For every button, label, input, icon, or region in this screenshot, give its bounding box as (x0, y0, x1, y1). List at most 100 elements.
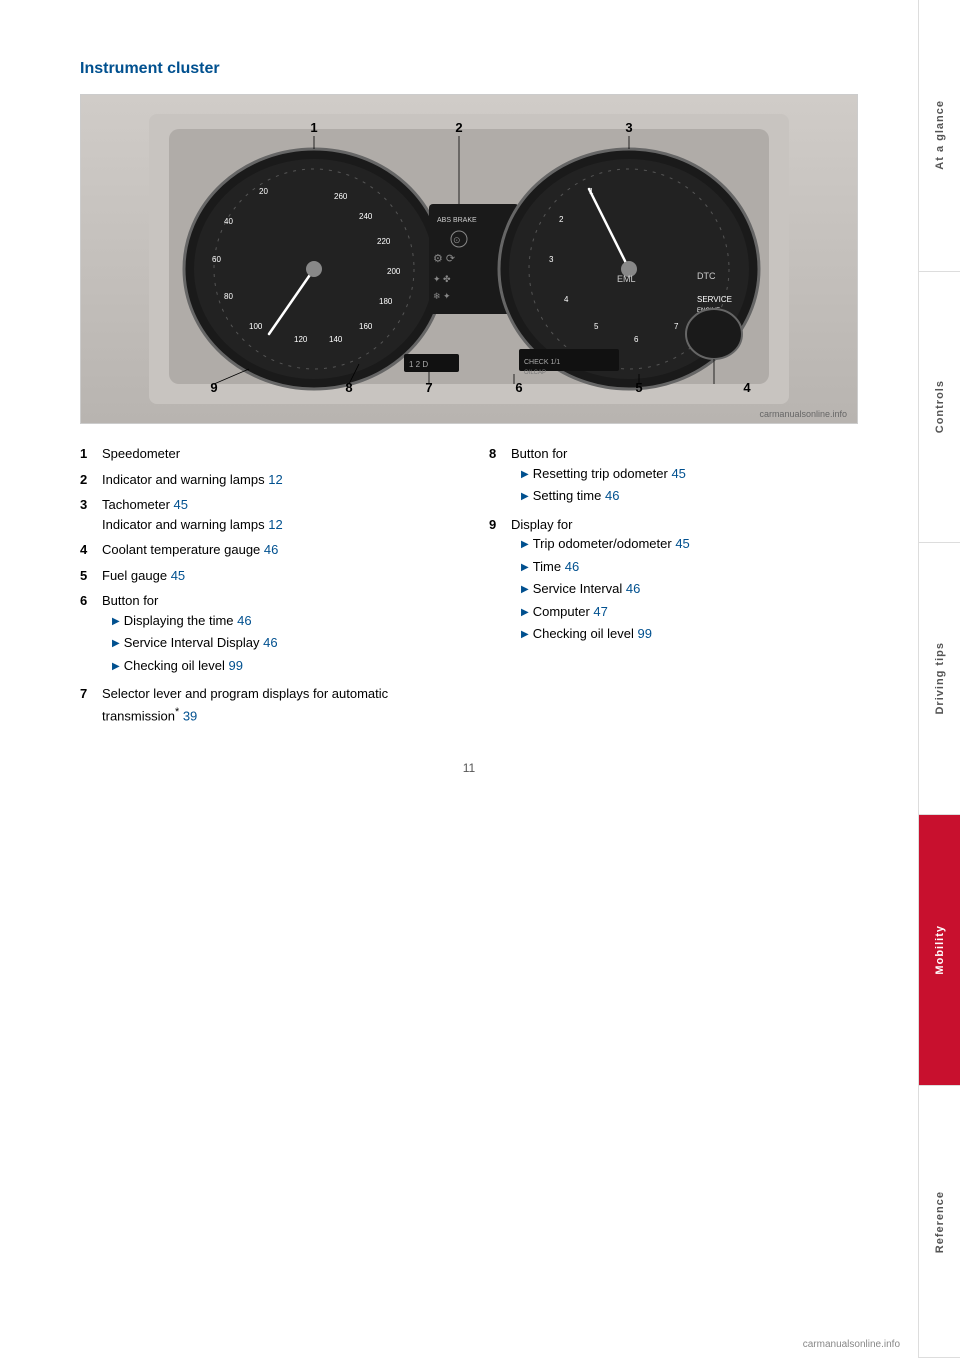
svg-text:220: 220 (377, 237, 391, 246)
item-number: 6 (80, 591, 94, 678)
list-item: 1 Speedometer (80, 444, 449, 464)
svg-text:4: 4 (743, 380, 751, 395)
sidebar-label: Mobility (934, 925, 946, 975)
sidebar-section-reference[interactable]: Reference (919, 1086, 960, 1358)
sub-item: ▶ Checking oil level 99 (521, 624, 858, 644)
sub-item: ▶ Trip odometer/odometer 45 (521, 534, 858, 554)
arrow-icon: ▶ (112, 636, 120, 651)
item-text: Selector lever and program displays for … (102, 684, 449, 725)
svg-text:120: 120 (294, 335, 308, 344)
image-watermark: carmanualsonline.info (759, 409, 847, 419)
item-text: Button for ▶ Resetting trip odometer 45 … (511, 444, 858, 509)
sub-item: ▶ Displaying the time 46 (112, 611, 449, 631)
cluster-image: 20 40 60 80 100 120 140 160 180 200 220 … (80, 94, 858, 424)
item-number: 3 (80, 495, 94, 534)
svg-text:1 2 D: 1 2 D (409, 360, 428, 369)
svg-text:40: 40 (224, 217, 233, 226)
svg-text:160: 160 (359, 322, 373, 331)
sub-item: ▶ Service Interval 46 (521, 579, 858, 599)
svg-text:260: 260 (334, 192, 348, 201)
sub-item: ▶ Service Interval Display 46 (112, 633, 449, 653)
item-text: Button for ▶ Displaying the time 46 ▶ Se… (102, 591, 449, 678)
svg-text:❄ ✦: ❄ ✦ (433, 291, 451, 301)
sub-item: ▶ Time 46 (521, 557, 858, 577)
svg-text:1: 1 (310, 120, 317, 135)
arrow-icon: ▶ (521, 560, 529, 575)
list-item: 3 Tachometer 45 Indicator and warning la… (80, 495, 449, 534)
svg-text:3: 3 (625, 120, 632, 135)
svg-text:2: 2 (455, 120, 462, 135)
svg-text:180: 180 (379, 297, 393, 306)
left-list: 1 Speedometer 2 Indicator and warning la… (80, 444, 449, 731)
svg-text:20: 20 (259, 187, 268, 196)
item-number: 1 (80, 444, 94, 464)
list-item: 9 Display for ▶ Trip odometer/odometer 4… (489, 515, 858, 647)
svg-text:2: 2 (559, 215, 564, 224)
sidebar-section-at-a-glance[interactable]: At a glance (919, 0, 960, 272)
arrow-icon: ▶ (112, 614, 120, 629)
sub-item: ▶ Computer 47 (521, 602, 858, 622)
svg-text:SERVICE: SERVICE (697, 295, 732, 304)
arrow-icon: ▶ (521, 537, 529, 552)
sub-item: ▶ Setting time 46 (521, 486, 858, 506)
svg-text:✦ ✤: ✦ ✤ (433, 274, 451, 284)
arrow-icon: ▶ (521, 582, 529, 597)
arrow-icon: ▶ (521, 467, 529, 482)
sidebar: At a glance Controls Driving tips Mobili… (918, 0, 960, 1358)
item-number: 8 (489, 444, 503, 509)
svg-text:60: 60 (212, 255, 221, 264)
item-text: Indicator and warning lamps 12 (102, 470, 449, 490)
svg-text:100: 100 (249, 322, 263, 331)
item-number: 7 (80, 684, 94, 725)
list-item: 7 Selector lever and program displays fo… (80, 684, 449, 725)
item-text: Fuel gauge 45 (102, 566, 449, 586)
item-text: Tachometer 45 Indicator and warning lamp… (102, 495, 449, 534)
sidebar-section-driving-tips[interactable]: Driving tips (919, 543, 960, 815)
item-text: Speedometer (102, 444, 449, 464)
list-item: 2 Indicator and warning lamps 12 (80, 470, 449, 490)
sidebar-section-mobility[interactable]: Mobility (919, 815, 960, 1087)
svg-text:DTC: DTC (697, 271, 716, 281)
svg-text:240: 240 (359, 212, 373, 221)
svg-text:140: 140 (329, 335, 343, 344)
sidebar-section-controls[interactable]: Controls (919, 272, 960, 544)
arrow-icon: ▶ (521, 627, 529, 642)
item-text: Coolant temperature gauge 46 (102, 540, 449, 560)
arrow-icon: ▶ (112, 659, 120, 674)
right-list: 8 Button for ▶ Resetting trip odometer 4… (489, 444, 858, 731)
svg-text:9: 9 (210, 380, 217, 395)
cluster-svg: 20 40 60 80 100 120 140 160 180 200 220 … (149, 114, 789, 404)
svg-text:5: 5 (594, 322, 599, 331)
svg-text:6: 6 (634, 335, 639, 344)
item-number: 2 (80, 470, 94, 490)
item-number: 4 (80, 540, 94, 560)
item-number: 5 (80, 566, 94, 586)
svg-text:⊙: ⊙ (453, 235, 461, 245)
sidebar-label: Driving tips (934, 642, 946, 715)
svg-text:ABS BRAKE: ABS BRAKE (437, 217, 477, 224)
sidebar-label: Controls (934, 380, 946, 433)
sidebar-label: At a glance (934, 100, 946, 170)
sub-item: ▶ Checking oil level 99 (112, 656, 449, 676)
content-list: 1 Speedometer 2 Indicator and warning la… (80, 444, 858, 731)
watermark: carmanualsonline.info (803, 1339, 900, 1350)
svg-text:80: 80 (224, 292, 233, 301)
svg-text:200: 200 (387, 267, 401, 276)
list-item: 4 Coolant temperature gauge 46 (80, 540, 449, 560)
svg-text:EML: EML (617, 274, 636, 284)
arrow-icon: ▶ (521, 605, 529, 620)
page-number: 11 (80, 761, 858, 775)
list-item: 5 Fuel gauge 45 (80, 566, 449, 586)
list-item: 8 Button for ▶ Resetting trip odometer 4… (489, 444, 858, 509)
svg-text:7: 7 (674, 322, 679, 331)
list-item: 6 Button for ▶ Displaying the time 46 ▶ … (80, 591, 449, 678)
sidebar-label: Reference (934, 1191, 946, 1253)
svg-text:4: 4 (564, 295, 569, 304)
svg-text:3: 3 (549, 255, 554, 264)
sub-item: ▶ Resetting trip odometer 45 (521, 464, 858, 484)
item-number: 9 (489, 515, 503, 647)
svg-text:⚙ ⟳: ⚙ ⟳ (433, 253, 455, 265)
item-text: Display for ▶ Trip odometer/odometer 45 … (511, 515, 858, 647)
main-content: Instrument cluster (0, 0, 918, 1358)
svg-text:CHECK 1/1: CHECK 1/1 (524, 359, 560, 366)
